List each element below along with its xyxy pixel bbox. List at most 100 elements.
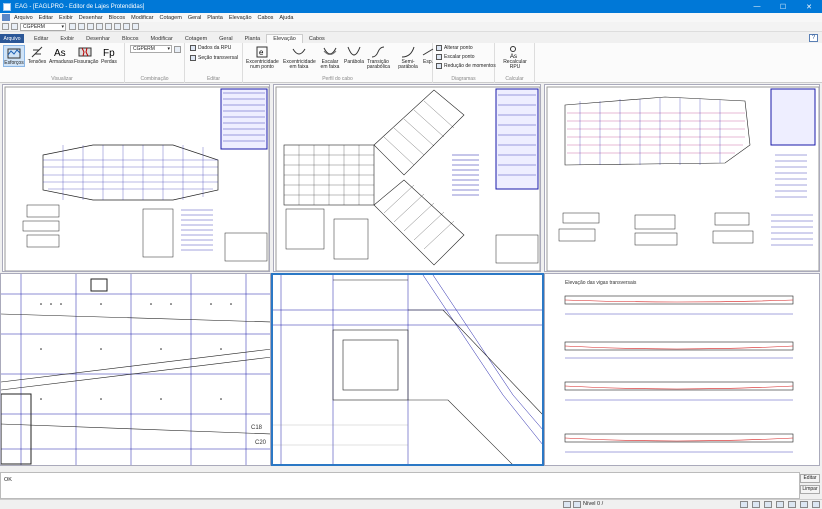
status-toggle-icon[interactable] <box>563 501 571 508</box>
track-icon[interactable] <box>788 501 796 508</box>
tab-planta[interactable]: Planta <box>239 34 267 43</box>
fissuracao-button[interactable]: Fissuração <box>74 45 99 65</box>
tab-modificar[interactable]: Modificar <box>145 34 179 43</box>
save-icon[interactable] <box>11 23 18 30</box>
help-icon[interactable]: ? <box>809 34 818 42</box>
scale-point-icon <box>436 54 442 60</box>
tab-desenhar[interactable]: Desenhar <box>80 34 116 43</box>
ribbon: Esforços Tensões As Armaduras Fissuração… <box>0 43 822 83</box>
window-icon[interactable] <box>78 23 85 30</box>
menu-bar: Arquivo Editar Exibir Desenhar Blocos Mo… <box>0 13 822 22</box>
quick-combo[interactable]: CGPERM <box>20 22 66 31</box>
tab-arquivo[interactable]: Arquivo <box>0 34 24 43</box>
polar-icon[interactable] <box>764 501 772 508</box>
editar-button[interactable]: Editar <box>800 474 820 483</box>
ortho-icon[interactable] <box>752 501 760 508</box>
armaduras-button[interactable]: As Armaduras <box>49 45 73 65</box>
menu-arquivo[interactable]: Arquivo <box>14 15 33 21</box>
menu-planta[interactable]: Planta <box>207 15 223 21</box>
fissuracao-label: Fissuração <box>74 59 99 65</box>
drawing-view-4[interactable]: C18 C20 <box>0 273 271 466</box>
drawing-view-6[interactable]: Elevação das vigas transversais <box>544 273 820 466</box>
tensoes-button[interactable]: Tensões <box>26 45 48 65</box>
menu-editar[interactable]: Editar <box>39 15 53 21</box>
drawing-view-1[interactable] <box>2 84 270 272</box>
alterar-ponto-button[interactable]: Alterar ponto <box>436 45 473 51</box>
semi-parabola-icon <box>401 46 415 58</box>
chart-icon <box>7 48 21 59</box>
esforcos-button[interactable]: Esforços <box>3 45 25 67</box>
floor-plan-drawing-1 <box>4 86 269 271</box>
settings-icon[interactable] <box>812 501 820 508</box>
parabola-label: Parábola <box>343 59 364 65</box>
menu-ajuda[interactable]: Ajuda <box>279 15 293 21</box>
snap-icon[interactable] <box>740 501 748 508</box>
semi-parabola-button[interactable]: Semi-parábola <box>393 45 423 70</box>
tab-elevacao[interactable]: Elevação <box>266 34 303 43</box>
secao-label: Seção transversal <box>198 55 239 61</box>
perdas-button[interactable]: Fp Perdas <box>98 45 120 65</box>
layer-icon[interactable] <box>105 23 112 30</box>
level-indicator: Nível 0 / <box>583 501 604 507</box>
tab-cotagem[interactable]: Cotagem <box>179 34 213 43</box>
menu-cotagem[interactable]: Cotagem <box>159 15 181 21</box>
title-bar: EAG - [EAGLPRO - Editor de Lajes Protend… <box>0 0 822 13</box>
menu-exibir[interactable]: Exibir <box>59 15 73 21</box>
osnap-icon[interactable] <box>776 501 784 508</box>
parabola-button[interactable]: Parábola <box>343 45 365 65</box>
menu-geral[interactable]: Geral <box>188 15 201 21</box>
exc-faixa-button[interactable]: Excentricidade em faixa <box>283 45 316 70</box>
floor-plan-drawing-3 <box>546 86 819 271</box>
menu-desenhar[interactable]: Desenhar <box>79 15 103 21</box>
redo-icon[interactable] <box>123 23 130 30</box>
crack-icon <box>78 47 92 57</box>
menu-modificar[interactable]: Modificar <box>131 15 153 21</box>
measure-icon[interactable] <box>132 23 139 30</box>
maximize-button[interactable]: ☐ <box>770 0 796 13</box>
reducao-momentos-button[interactable]: Redução de momentos <box>436 63 496 69</box>
tensoes-label: Tensões <box>27 59 47 65</box>
close-button[interactable]: ✕ <box>796 0 822 13</box>
tab-exibir[interactable]: Exibir <box>54 34 80 43</box>
minimize-button[interactable]: — <box>744 0 770 13</box>
menu-blocos[interactable]: Blocos <box>109 15 126 21</box>
layer-toggle-icon[interactable] <box>800 501 808 508</box>
combination-select[interactable]: CGPERM <box>130 45 172 53</box>
recalcular-button[interactable]: As Recalcular RPU <box>499 45 531 70</box>
calculate-icon: As <box>510 46 517 59</box>
output-text: OK <box>4 477 12 483</box>
spin-icon[interactable] <box>174 46 181 53</box>
new-icon[interactable] <box>2 23 9 30</box>
menu-elevacao[interactable]: Elevação <box>229 15 252 21</box>
group-visualizar: Esforços Tensões As Armaduras Fissuração… <box>0 43 125 83</box>
tile-icon[interactable] <box>87 23 94 30</box>
dados-rpu-button[interactable]: Dados da RPU <box>190 45 231 51</box>
drawing-view-2[interactable] <box>273 84 541 272</box>
tab-geral[interactable]: Geral <box>213 34 238 43</box>
drawing-view-3[interactable] <box>544 84 820 272</box>
quick-toolbar: CGPERM <box>0 22 822 32</box>
tab-cabos[interactable]: Cabos <box>303 34 331 43</box>
tab-editar[interactable]: Editar <box>28 34 54 43</box>
zoom-icon[interactable] <box>69 23 76 30</box>
drawing-view-5[interactable] <box>271 273 544 466</box>
menu-cabos[interactable]: Cabos <box>258 15 274 21</box>
status-grid-icon[interactable] <box>573 501 581 508</box>
secao-transversal-button[interactable]: Seção transversal <box>190 55 238 61</box>
undo-icon[interactable] <box>114 23 121 30</box>
group-editar: Dados da RPU Seção transversal Editar <box>185 43 243 83</box>
output-buttons: Editar Limpar <box>800 474 822 496</box>
esforcos-label: Esforços <box>4 60 24 66</box>
group-combinacao: CGPERM Combinação <box>125 43 185 83</box>
ribbon-tabs: Arquivo Editar Exibir Desenhar Blocos Mo… <box>0 33 822 43</box>
exc-ponto-button[interactable]: e Excentricidade num ponto <box>246 45 279 70</box>
section-icon <box>190 55 196 61</box>
transicao-button[interactable]: Transição parabólica <box>367 45 390 70</box>
escalar-faixa-button[interactable]: Escalar em faixa <box>319 45 341 70</box>
group-label-perfil: Perfil do cabo <box>322 76 353 82</box>
grid-icon[interactable] <box>96 23 103 30</box>
limpar-button[interactable]: Limpar <box>800 485 820 494</box>
escalar-label: Escalar em faixa <box>320 59 340 70</box>
tab-blocos[interactable]: Blocos <box>116 34 145 43</box>
escalar-ponto-button[interactable]: Escalar ponto <box>436 54 475 60</box>
